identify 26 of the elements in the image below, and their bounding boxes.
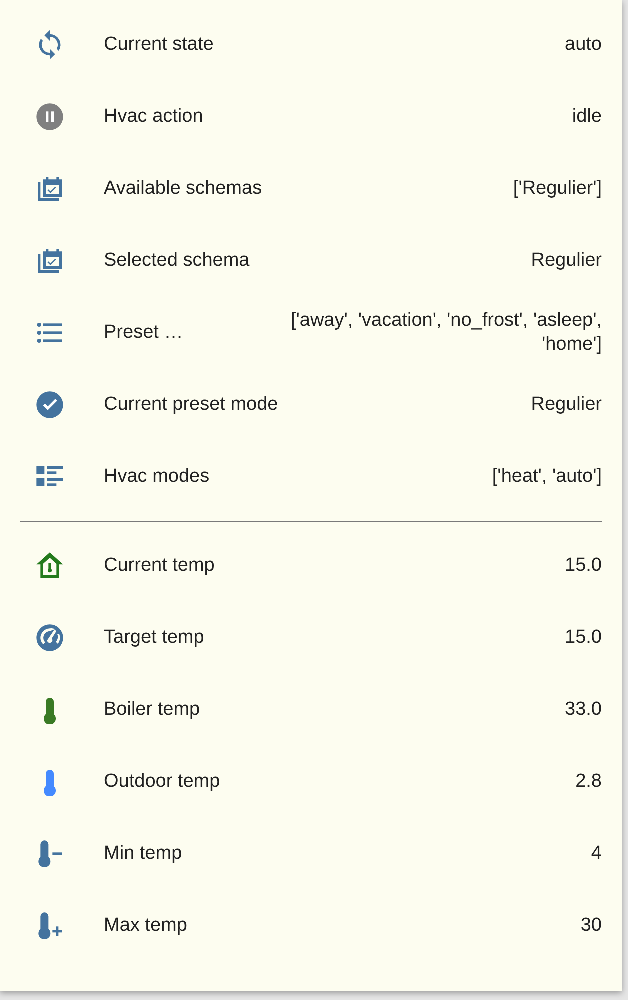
attribute-label: Min temp (104, 842, 182, 866)
attribute-value: 4 (590, 842, 602, 866)
attribute-label: Current state (104, 32, 214, 57)
attribute-value: 15.0 (564, 626, 602, 650)
attribute-label: Hvac modes (104, 464, 210, 489)
attribute-label: Current temp (104, 554, 215, 578)
attribute-value: ['Regulier'] (512, 177, 602, 201)
attribute-label: Boiler temp (104, 698, 200, 722)
attribute-value: Regulier (530, 249, 602, 273)
attribute-value: 33.0 (564, 698, 602, 722)
attribute-label: Max temp (104, 914, 188, 938)
attribute-value: ['away', 'vacation', 'no_frost', 'asleep', 'home'] (290, 309, 602, 357)
attribute-label: Outdoor temp (104, 770, 220, 794)
attribute-value: ['heat', 'auto'] (491, 465, 602, 489)
attribute-value: 15.0 (564, 554, 602, 578)
attribute-value: idle (571, 105, 602, 129)
attribute-label: Selected schema (104, 248, 250, 273)
attribute-label: Target temp (104, 626, 204, 650)
attribute-value: auto (564, 33, 602, 57)
attribute-label: Current preset mode (104, 392, 278, 417)
attribute-value: 2.8 (574, 770, 602, 794)
attribute-label: Hvac action (104, 104, 204, 129)
attribute-value: Regulier (530, 393, 602, 417)
attribute-label: Available schemas (104, 176, 262, 201)
attribute-label: Preset … (104, 320, 184, 345)
attribute-value: 30 (580, 914, 602, 938)
